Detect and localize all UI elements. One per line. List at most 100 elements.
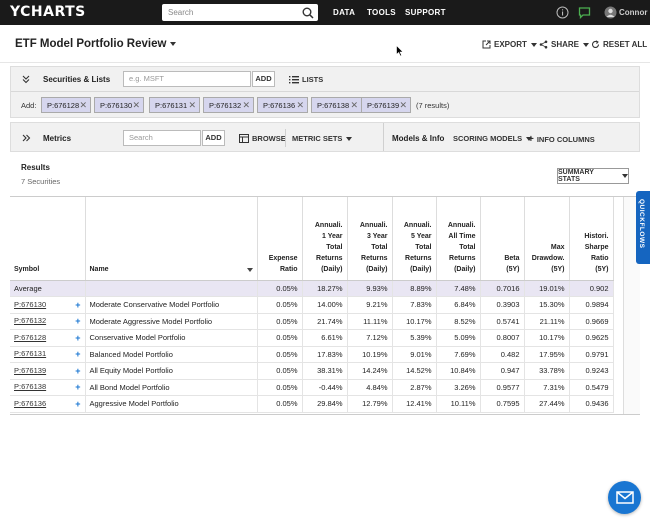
symbol-link[interactable]: P:676130 [14,300,46,309]
global-search-placeholder: Search [168,8,194,17]
nav-data-link[interactable]: DATA [333,8,355,17]
symbol-link[interactable]: P:676136 [14,399,46,408]
table-row: P:676136 + Aggressive Model Portfolio 0.05%… [10,395,614,413]
security-chip[interactable]: P:676131 ✕ [149,97,200,113]
chat-support-button[interactable] [608,481,641,514]
plus-icon[interactable]: + [75,399,80,409]
quickflows-tab[interactable]: QUICKFLOWS [636,191,650,264]
close-icon[interactable]: ✕ [399,100,407,111]
user-icon[interactable] [604,6,617,19]
column-header[interactable]: Beta (5Y) [480,197,525,281]
security-chip[interactable]: P:676128 ✕ [41,97,91,113]
results-table-wrapper: Symbol Name Expense Ratio Annuali. 1 Year Tota… [10,196,640,415]
plus-icon[interactable]: + [75,300,80,310]
metrics-panel: Metrics Search ADD BROWSE METRIC SETS Mo… [10,122,640,152]
page-title[interactable]: ETF Model Portfolio Review [15,38,177,50]
table-cell: 10.19% [347,346,393,363]
securities-add-button[interactable]: ADD [252,71,275,87]
user-name[interactable]: Connor [619,8,647,17]
name-cell: Aggressive Model Portfolio [85,395,258,413]
chevron-down-icon[interactable] [246,267,253,272]
close-icon[interactable]: ✕ [296,100,304,111]
table-cell: 0.9791 [569,346,614,363]
info-icon[interactable] [556,6,569,19]
security-chip[interactable]: P:676139 ✕ [361,97,411,113]
symbol-cell: P:676138 + [10,379,86,396]
column-header[interactable]: Max Drawdow. (5Y) [524,197,570,281]
table-row: P:676139 + All Equity Model Portfolio 0.05%… [10,362,614,380]
table-cell: 0.482 [480,346,525,363]
column-header[interactable]: Name [85,197,258,281]
lists-button[interactable]: LISTS [289,75,323,84]
table-cell: 0.947 [480,362,525,380]
nav-support-link[interactable]: SUPPORT [405,8,446,17]
chevron-down-icon [530,42,537,47]
column-header[interactable]: Annuali. 3 Year Total Returns (Daily) [347,197,393,281]
global-search-input[interactable]: Search [162,4,318,21]
symbol-link[interactable]: P:676132 [14,316,46,325]
column-header[interactable]: Expense Ratio [257,197,303,281]
results-subtitle: 7 Securities [21,177,61,186]
security-chip[interactable]: P:676136 ✕ [257,97,308,113]
close-icon[interactable]: ✕ [79,100,87,111]
column-header[interactable]: Symbol [10,197,86,281]
plus-icon[interactable]: + [75,366,80,376]
table-cell: 27.44% [524,395,570,413]
scoring-models-dropdown[interactable]: SCORING MODELS [453,134,533,143]
close-icon[interactable]: ✕ [350,100,358,111]
column-header[interactable]: Annuali. 1 Year Total Returns (Daily) [302,197,348,281]
table-cell: 21.11% [524,313,570,330]
plus-icon[interactable]: + [75,316,80,326]
double-chevron-down-icon[interactable] [21,74,31,84]
table-cell: 9.93% [347,280,393,297]
close-icon[interactable]: ✕ [242,100,250,111]
column-header[interactable]: Histori. Sharpe Ratio (5Y) [569,197,614,281]
metric-sets-dropdown[interactable]: METRIC SETS [292,134,353,143]
table-cell: 4.84% [347,379,393,396]
nav-tools-link[interactable]: TOOLS [367,8,396,17]
top-nav: YCHARTS Search DATA TOOLS SUPPORT Connor [0,0,650,25]
page-title-text: ETF Model Portfolio Review [15,38,167,50]
symbol-link[interactable]: P:676139 [14,366,46,375]
column-header-text: (Daily) [321,265,343,273]
search-icon[interactable] [301,6,315,20]
plus-icon[interactable]: + [75,349,80,359]
column-header-text: Sharpe [584,243,609,251]
table-header-row: Symbol Name Expense Ratio Annuali. 1 Year Tota… [10,197,614,281]
reset-all-button[interactable]: RESET ALL [591,40,647,49]
table-cell: 7.31% [524,379,570,396]
metrics-add-button[interactable]: ADD [202,130,225,146]
column-header[interactable]: Annuali. All Time Total Returns (Daily) [436,197,481,281]
plus-icon[interactable]: + [75,333,80,343]
security-chip[interactable]: P:676138 ✕ [311,97,362,113]
info-columns-button[interactable]: + INFO COLUMNS [528,134,595,145]
export-button[interactable]: EXPORT [482,40,537,49]
chip-label: P:676136 [263,100,296,110]
symbol-link[interactable]: P:676138 [14,382,46,391]
close-icon[interactable]: ✕ [132,100,140,111]
plus-icon[interactable]: + [75,382,80,392]
symbol-link[interactable]: P:676128 [14,333,46,342]
table-cell: 6.61% [302,329,348,347]
column-header[interactable]: Annuali. 5 Year Total Returns (Daily) [392,197,437,281]
close-icon[interactable]: ✕ [188,100,196,111]
table-cell: 12.41% [392,395,437,413]
security-chip[interactable]: P:676132 ✕ [203,97,254,113]
table-row: P:676132 + Moderate Aggressive Model Portf… [10,313,614,330]
models-info-label: Models & Info [392,134,445,143]
results-table: Symbol Name Expense Ratio Annuali. 1 Year Tota… [10,197,614,413]
browse-button[interactable]: BROWSE [239,134,286,143]
column-header-text: (Daily) [454,265,476,273]
securities-input[interactable]: e.g. MSFT [123,71,251,87]
table-cell: 0.05% [257,296,303,314]
share-button[interactable]: SHARE [539,40,590,49]
column-header-text: Name [89,265,109,273]
metrics-search-input[interactable]: Search [123,130,201,146]
double-chevron-right-icon[interactable] [21,133,31,143]
column-header-text: (5Y) [595,265,609,273]
symbol-link[interactable]: P:676131 [14,349,46,358]
ycharts-logo[interactable]: YCHARTS [10,4,86,20]
chat-icon[interactable] [578,6,591,19]
security-chip[interactable]: P:676130 ✕ [94,97,144,113]
summary-stats-dropdown[interactable]: SUMMARY STATS [557,168,629,184]
